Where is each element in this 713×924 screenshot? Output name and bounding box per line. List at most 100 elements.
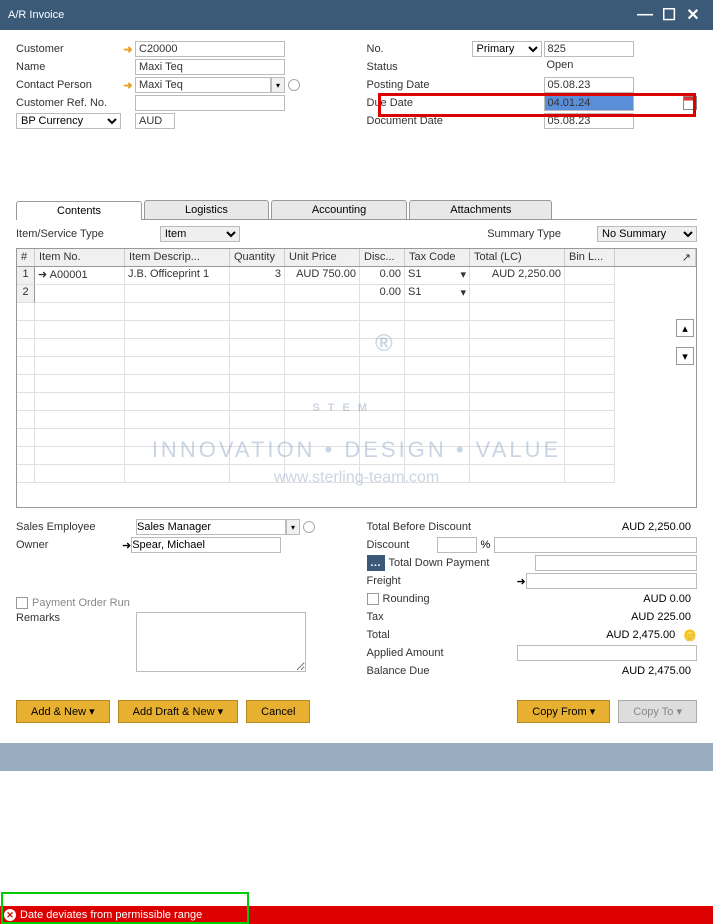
add-draft-button[interactable]: Add Draft & New ▾ xyxy=(118,700,239,723)
add-new-button[interactable]: Add & New ▾ xyxy=(16,700,110,723)
tab-contents[interactable]: Contents xyxy=(16,201,142,220)
copy-to-button: Copy To ▾ xyxy=(618,700,697,723)
status-value: Open xyxy=(544,59,634,75)
rounding-checkbox[interactable] xyxy=(367,593,379,605)
dropdown-icon[interactable]: ▾ xyxy=(286,519,300,535)
col-tax[interactable]: Tax Code xyxy=(405,249,470,266)
posting-label: Posting Date xyxy=(367,79,472,91)
col-item[interactable]: Item No. xyxy=(35,249,125,266)
ellipsis-button[interactable]: … xyxy=(367,555,385,571)
sales-label: Sales Employee xyxy=(16,521,136,533)
no-label: No. xyxy=(367,43,472,55)
status-label: Status xyxy=(367,61,472,73)
contact-label: Contact Person xyxy=(16,79,121,91)
table-row[interactable] xyxy=(17,303,696,321)
table-row[interactable] xyxy=(17,393,696,411)
applied-label: Applied Amount xyxy=(367,647,517,659)
doc-field[interactable] xyxy=(544,113,634,129)
total-value: AUD 2,475.00 xyxy=(517,629,682,641)
customer-field[interactable] xyxy=(135,41,285,57)
table-row[interactable]: 20.00S1 ▾ xyxy=(17,285,696,303)
payorder-checkbox[interactable] xyxy=(16,597,28,609)
contact-field[interactable] xyxy=(135,77,271,93)
posting-field[interactable] xyxy=(544,77,634,93)
link-arrow-icon[interactable]: ➜ xyxy=(121,79,135,92)
chevron-down-icon: ▾ xyxy=(590,706,596,718)
col-total[interactable]: Total (LC) xyxy=(470,249,565,266)
custref-label: Customer Ref. No. xyxy=(16,97,121,109)
round-value: AUD 0.00 xyxy=(521,593,698,605)
maximize-button[interactable]: ☐ xyxy=(657,3,681,27)
dropdown-icon[interactable]: ▾ xyxy=(271,77,285,93)
error-icon: ✕ xyxy=(4,909,16,921)
link-arrow-icon[interactable]: ➜ xyxy=(38,269,47,281)
customer-label: Customer xyxy=(16,43,121,55)
no-field[interactable] xyxy=(544,41,634,57)
tab-logistics[interactable]: Logistics xyxy=(144,200,269,219)
tab-attachments[interactable]: Attachments xyxy=(409,200,552,219)
table-row[interactable] xyxy=(17,375,696,393)
bpcurrency-field[interactable] xyxy=(135,113,175,129)
table-row[interactable] xyxy=(17,429,696,447)
payorder-label: Payment Order Run xyxy=(32,597,130,609)
balance-label: Balance Due xyxy=(367,665,517,677)
chevron-down-icon: ▾ xyxy=(218,706,224,718)
table-row[interactable] xyxy=(17,465,696,483)
scroll-down-button[interactable]: ▾ xyxy=(676,347,694,365)
doc-label: Document Date xyxy=(367,115,472,127)
applied-field[interactable] xyxy=(517,645,698,661)
tbd-label: Total Before Discount xyxy=(367,521,517,533)
scroll-up-button[interactable]: ▴ xyxy=(676,319,694,337)
owner-field[interactable] xyxy=(131,537,281,553)
header-form: Customer ➜ Name Contact Person ➜ ▾ Custo… xyxy=(0,30,713,140)
col-disc[interactable]: Disc... xyxy=(360,249,405,266)
disc-pct-field[interactable] xyxy=(437,537,477,553)
no-type-select[interactable]: Primary xyxy=(472,41,542,57)
detail-icon[interactable] xyxy=(303,521,315,533)
disc-label: Discount xyxy=(367,539,437,551)
name-label: Name xyxy=(16,61,121,73)
expand-icon[interactable]: ↗ xyxy=(615,249,696,266)
copy-from-button[interactable]: Copy From ▾ xyxy=(517,700,610,723)
col-bin[interactable]: Bin L... xyxy=(565,249,615,266)
name-field[interactable] xyxy=(135,59,285,75)
table-row[interactable] xyxy=(17,447,696,465)
close-button[interactable]: ✕ xyxy=(681,3,705,27)
itemservice-label: Item/Service Type xyxy=(16,228,104,240)
link-arrow-icon[interactable]: ➜ xyxy=(122,539,131,552)
custref-field[interactable] xyxy=(135,95,285,111)
col-price[interactable]: Unit Price xyxy=(285,249,360,266)
footer-left: Sales Employee ▾ Owner ➜ Payment Order R… xyxy=(16,518,347,680)
table-row[interactable] xyxy=(17,411,696,429)
table-row[interactable] xyxy=(17,357,696,375)
cancel-button[interactable]: Cancel xyxy=(246,700,310,723)
minimize-button[interactable]: — xyxy=(633,3,657,27)
freight-field[interactable] xyxy=(526,573,697,589)
button-bar: Add & New ▾ Add Draft & New ▾ Cancel Cop… xyxy=(0,690,713,733)
bpcurrency-select[interactable]: BP Currency xyxy=(16,113,121,129)
remarks-field[interactable] xyxy=(136,612,306,672)
col-desc[interactable]: Item Descrip... xyxy=(125,249,230,266)
calendar-icon[interactable] xyxy=(683,96,697,110)
status-bar: ✕ Date deviates from permissible range xyxy=(0,906,713,924)
link-arrow-icon[interactable]: ➜ xyxy=(517,575,526,588)
footer-right: Total Before DiscountAUD 2,250.00 Discou… xyxy=(367,518,698,680)
itemservice-select[interactable]: Item xyxy=(160,226,240,242)
detail-icon[interactable] xyxy=(288,79,300,91)
status-text: Date deviates from permissible range xyxy=(20,909,202,921)
table-row[interactable] xyxy=(17,321,696,339)
link-arrow-icon[interactable]: ➜ xyxy=(121,43,135,56)
col-num[interactable]: # xyxy=(17,249,35,266)
col-qty[interactable]: Quantity xyxy=(230,249,285,266)
items-grid[interactable]: # Item No. Item Descrip... Quantity Unit… xyxy=(16,248,697,508)
coin-icon[interactable]: 🪙 xyxy=(683,629,697,642)
tax-value: AUD 225.00 xyxy=(517,611,698,623)
due-field[interactable] xyxy=(544,95,634,111)
sales-field[interactable] xyxy=(136,519,286,535)
table-row[interactable]: 1➜ A00001J.B. Officeprint 13AUD 750.000.… xyxy=(17,267,696,285)
summary-select[interactable]: No Summary xyxy=(597,226,697,242)
tdp-field[interactable] xyxy=(535,555,698,571)
tab-accounting[interactable]: Accounting xyxy=(271,200,407,219)
table-row[interactable] xyxy=(17,339,696,357)
disc-amt-field[interactable] xyxy=(494,537,697,553)
